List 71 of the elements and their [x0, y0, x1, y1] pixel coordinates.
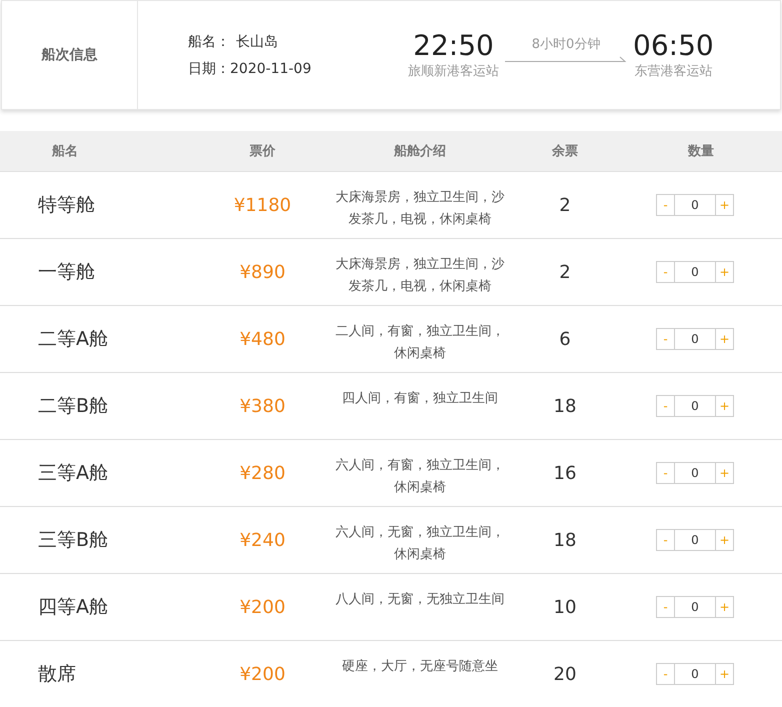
price: ¥240	[238, 530, 286, 550]
tickets-remaining: 2	[558, 194, 572, 216]
cabin-description: 六人间，有窗，独立卫生间，休闲桌椅	[334, 457, 506, 497]
price: ¥1180	[232, 194, 292, 216]
increment-button[interactable]: +	[715, 663, 734, 685]
date-value: 2020-11-09	[230, 60, 312, 76]
cabin-description: 四人间，有窗，独立卫生间	[341, 390, 499, 408]
quantity-field[interactable]: 0	[675, 194, 715, 216]
cabin-description: 大床海景房，独立卫生间，沙发茶几，电视，休闲桌椅	[334, 189, 506, 229]
column-header: 船舱介绍	[392, 143, 447, 160]
increment-button[interactable]: +	[715, 328, 734, 350]
column-header: 船名	[50, 143, 79, 160]
decrement-button[interactable]: -	[656, 462, 675, 484]
cabin-name: 四等A舱	[37, 595, 109, 620]
increment-button[interactable]: +	[715, 261, 734, 283]
price: ¥380	[238, 396, 286, 416]
cabin-name: 特等舱	[37, 193, 96, 218]
decrement-button[interactable]: -	[656, 261, 675, 283]
depart-port: 旅顺新港客运站	[408, 63, 499, 80]
cabin-description: 六人间，无窗，独立卫生间，休闲桌椅	[334, 524, 506, 564]
cabin-name: 一等舱	[37, 260, 96, 285]
cabin-description: 硬座，大厅，无座号随意坐	[341, 658, 499, 676]
column-header: 余票	[550, 143, 579, 160]
section-label: 船次信息	[2, 1, 138, 109]
cabin-description: 八人间，无窗，无独立卫生间	[334, 591, 506, 609]
duration: 8小时0分钟	[532, 36, 600, 53]
cabin-name: 散席	[37, 662, 77, 687]
increment-button[interactable]: +	[715, 462, 734, 484]
quantity-field[interactable]: 0	[675, 596, 715, 618]
cabin-description: 大床海景房，独立卫生间，沙发茶几，电视，休闲桌椅	[334, 256, 506, 296]
price: ¥890	[238, 262, 286, 282]
price: ¥200	[238, 596, 286, 618]
decrement-button[interactable]: -	[656, 194, 675, 216]
decrement-button[interactable]: -	[656, 596, 675, 618]
ship-label: 船名：	[188, 34, 230, 50]
arrive-time: 06:50	[633, 30, 714, 62]
tickets-remaining: 10	[552, 596, 578, 618]
cabin-name: 二等A舱	[37, 327, 109, 352]
quantity-field[interactable]: 0	[675, 663, 715, 685]
tickets-remaining: 18	[552, 530, 578, 550]
column-header: 数量	[686, 143, 715, 160]
column-header: 票价	[248, 143, 276, 160]
tickets-remaining: 18	[552, 396, 578, 416]
quantity-field[interactable]: 0	[675, 328, 715, 350]
decrement-button[interactable]: -	[656, 328, 675, 350]
tickets-remaining: 6	[558, 328, 572, 350]
arrive-port: 东营港客运站	[634, 63, 712, 80]
cabin-name: 二等B舱	[37, 394, 110, 419]
quantity-field[interactable]: 0	[675, 529, 715, 551]
price: ¥480	[238, 328, 286, 350]
cabin-name: 三等A舱	[37, 461, 109, 486]
cabin-description: 二人间，有窗，独立卫生间，休闲桌椅	[334, 323, 506, 363]
tickets-remaining: 2	[558, 262, 572, 282]
price: ¥280	[238, 462, 286, 484]
increment-button[interactable]: +	[715, 596, 734, 618]
cabin-name: 三等B舱	[37, 528, 110, 553]
decrement-button[interactable]: -	[656, 529, 675, 551]
quantity-field[interactable]: 0	[675, 462, 715, 484]
decrement-button[interactable]: -	[656, 663, 675, 685]
ship-name: 长山岛	[236, 34, 278, 50]
decrement-button[interactable]: -	[656, 395, 675, 417]
increment-button[interactable]: +	[715, 395, 734, 417]
depart-time: 22:50	[413, 30, 494, 62]
increment-button[interactable]: +	[715, 529, 734, 551]
tickets-remaining: 16	[552, 462, 578, 484]
quantity-field[interactable]: 0	[675, 395, 715, 417]
increment-button[interactable]: +	[715, 194, 734, 216]
date-label: 日期：	[188, 60, 230, 76]
tickets-remaining: 20	[552, 664, 578, 684]
quantity-field[interactable]: 0	[675, 261, 715, 283]
price: ¥200	[238, 664, 286, 684]
